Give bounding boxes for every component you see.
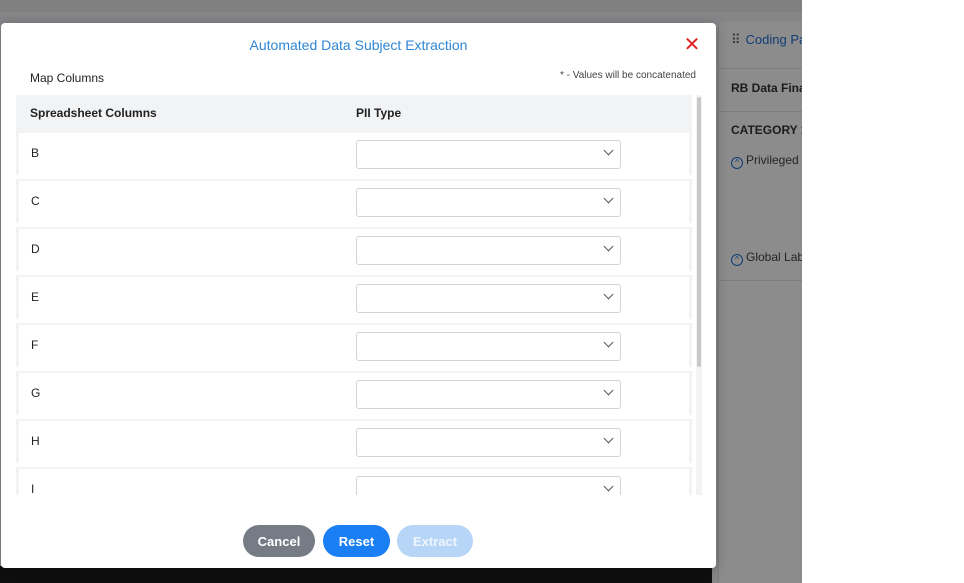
spreadsheet-column-name: D	[31, 242, 40, 256]
table-header: Spreadsheet Columns PII Type	[16, 95, 692, 131]
pii-type-select[interactable]	[356, 332, 621, 361]
chevron-down-icon	[603, 385, 614, 396]
pii-type-select[interactable]	[356, 476, 621, 495]
table-row: C	[16, 179, 692, 223]
column-mapping-table: Spreadsheet Columns PII Type B C D E F G…	[16, 95, 702, 495]
dialog-title: Automated Data Subject Extraction	[249, 37, 468, 53]
table-row: H	[16, 419, 692, 463]
extraction-dialog: Automated Data Subject Extraction ✕ Map …	[1, 23, 716, 568]
header-pii-type: PII Type	[356, 106, 402, 120]
pii-type-select[interactable]	[356, 236, 621, 265]
table-body: B C D E F G H I	[16, 131, 692, 495]
pii-type-select[interactable]	[356, 188, 621, 217]
header-spreadsheet-columns: Spreadsheet Columns	[30, 106, 157, 120]
close-icon[interactable]: ✕	[683, 35, 701, 55]
chevron-down-icon	[603, 241, 614, 252]
chevron-down-icon	[603, 193, 614, 204]
spreadsheet-column-name: I	[31, 482, 35, 495]
spreadsheet-column-name: H	[31, 434, 40, 448]
table-row: F	[16, 323, 692, 367]
table-row: D	[16, 227, 692, 271]
spreadsheet-column-name: E	[31, 290, 40, 304]
reset-button[interactable]: Reset	[323, 525, 390, 557]
table-row: G	[16, 371, 692, 415]
chevron-down-icon	[603, 433, 614, 444]
chevron-down-icon	[603, 145, 614, 156]
cancel-button[interactable]: Cancel	[243, 525, 315, 557]
chevron-down-icon	[603, 481, 614, 492]
pii-type-select[interactable]	[356, 140, 621, 169]
concatenation-note: * - Values will be concatenated	[559, 70, 696, 81]
pii-type-select[interactable]	[356, 284, 621, 313]
dialog-footer: Cancel Reset Extract	[1, 525, 716, 557]
scrollbar-thumb[interactable]	[697, 97, 701, 367]
chevron-down-icon	[603, 337, 614, 348]
pii-type-select[interactable]	[356, 428, 621, 457]
table-row: E	[16, 275, 692, 319]
pii-type-select[interactable]	[356, 380, 621, 409]
extract-button[interactable]: Extract	[397, 525, 473, 557]
spreadsheet-column-name: G	[31, 386, 41, 400]
table-row: B	[16, 131, 692, 175]
spreadsheet-column-name: B	[31, 146, 40, 160]
spreadsheet-column-name: C	[31, 194, 40, 208]
chevron-down-icon	[603, 289, 614, 300]
table-row: I	[16, 467, 692, 495]
map-columns-label: Map Columns	[30, 71, 105, 85]
spreadsheet-column-name: F	[31, 338, 39, 352]
